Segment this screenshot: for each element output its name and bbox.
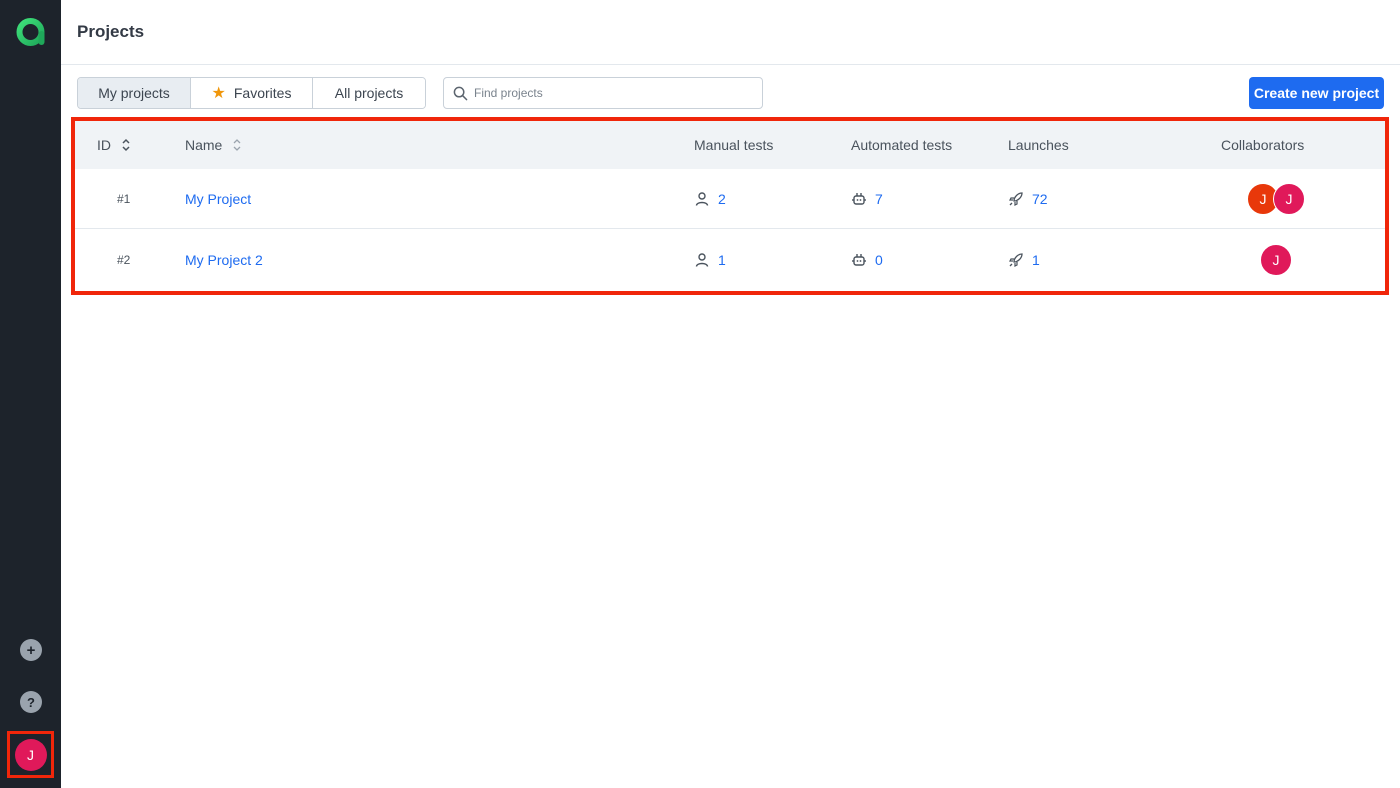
collaborators-list: J J xyxy=(1247,183,1305,215)
table-row[interactable]: #1 My Project 2 7 72 J J xyxy=(75,169,1385,229)
add-project-button[interactable]: + xyxy=(20,639,42,661)
project-id: #2 xyxy=(117,253,131,267)
collaborators-list: J xyxy=(1260,244,1292,276)
table-header: ID Name Manual tests Automated tests Lau… xyxy=(75,121,1385,169)
toolbar: My projects ★ Favorites All projects Cre… xyxy=(77,77,1384,109)
launches-count[interactable]: 72 xyxy=(1032,191,1048,207)
column-header-name[interactable]: Name xyxy=(185,121,242,169)
column-header-manual-tests: Manual tests xyxy=(694,137,774,153)
user-icon xyxy=(695,253,709,267)
column-header-automated-tests: Automated tests xyxy=(851,137,953,153)
automated-tests-count[interactable]: 0 xyxy=(875,252,883,268)
rocket-icon xyxy=(1009,192,1023,206)
project-id: #1 xyxy=(117,192,131,206)
tab-label: All projects xyxy=(334,85,404,101)
question-icon: ? xyxy=(27,694,35,710)
tab-my-projects[interactable]: My projects xyxy=(78,78,191,108)
collaborator-avatar[interactable]: J xyxy=(1273,183,1305,215)
tab-label: My projects xyxy=(98,85,170,101)
table-row[interactable]: #2 My Project 2 1 0 1 J xyxy=(75,230,1385,290)
column-header-collaborators: Collaborators xyxy=(1221,137,1305,153)
tab-label: Favorites xyxy=(233,85,292,101)
collaborator-avatar[interactable]: J xyxy=(1260,244,1292,276)
robot-icon xyxy=(852,254,866,266)
user-icon xyxy=(695,192,709,206)
create-project-button[interactable]: Create new project xyxy=(1249,77,1384,109)
search-icon xyxy=(453,86,468,100)
tab-favorites[interactable]: ★ Favorites xyxy=(191,78,313,108)
column-label: ID xyxy=(97,137,111,153)
plus-icon: + xyxy=(26,641,36,659)
manual-tests-count[interactable]: 1 xyxy=(718,252,726,268)
allure-logo-icon[interactable] xyxy=(14,15,48,49)
project-name-link[interactable]: My Project xyxy=(185,191,251,207)
user-avatar-highlight: J xyxy=(7,731,54,778)
project-name-link[interactable]: My Project 2 xyxy=(185,252,263,268)
rocket-icon xyxy=(1009,253,1023,267)
sort-icon[interactable] xyxy=(121,138,131,152)
launches-count[interactable]: 1 xyxy=(1032,252,1040,268)
manual-tests-count[interactable]: 2 xyxy=(718,191,726,207)
sort-icon[interactable] xyxy=(232,138,242,152)
column-label: Name xyxy=(185,137,223,153)
page-header: Projects xyxy=(61,0,1400,65)
star-icon: ★ xyxy=(211,85,226,102)
sidebar: + ? J xyxy=(0,0,61,788)
search-box xyxy=(443,77,763,109)
project-filter-tabs: My projects ★ Favorites All projects xyxy=(77,77,426,109)
projects-table: ID Name Manual tests Automated tests Lau… xyxy=(71,117,1389,295)
page-title: Projects xyxy=(77,22,145,41)
column-header-launches: Launches xyxy=(1008,137,1069,153)
robot-icon xyxy=(852,193,866,205)
search-input[interactable] xyxy=(474,86,744,100)
tab-all-projects[interactable]: All projects xyxy=(313,78,425,108)
automated-tests-count[interactable]: 7 xyxy=(875,191,883,207)
user-avatar[interactable]: J xyxy=(14,738,47,771)
column-header-id[interactable]: ID xyxy=(97,121,131,169)
help-button[interactable]: ? xyxy=(20,691,42,713)
